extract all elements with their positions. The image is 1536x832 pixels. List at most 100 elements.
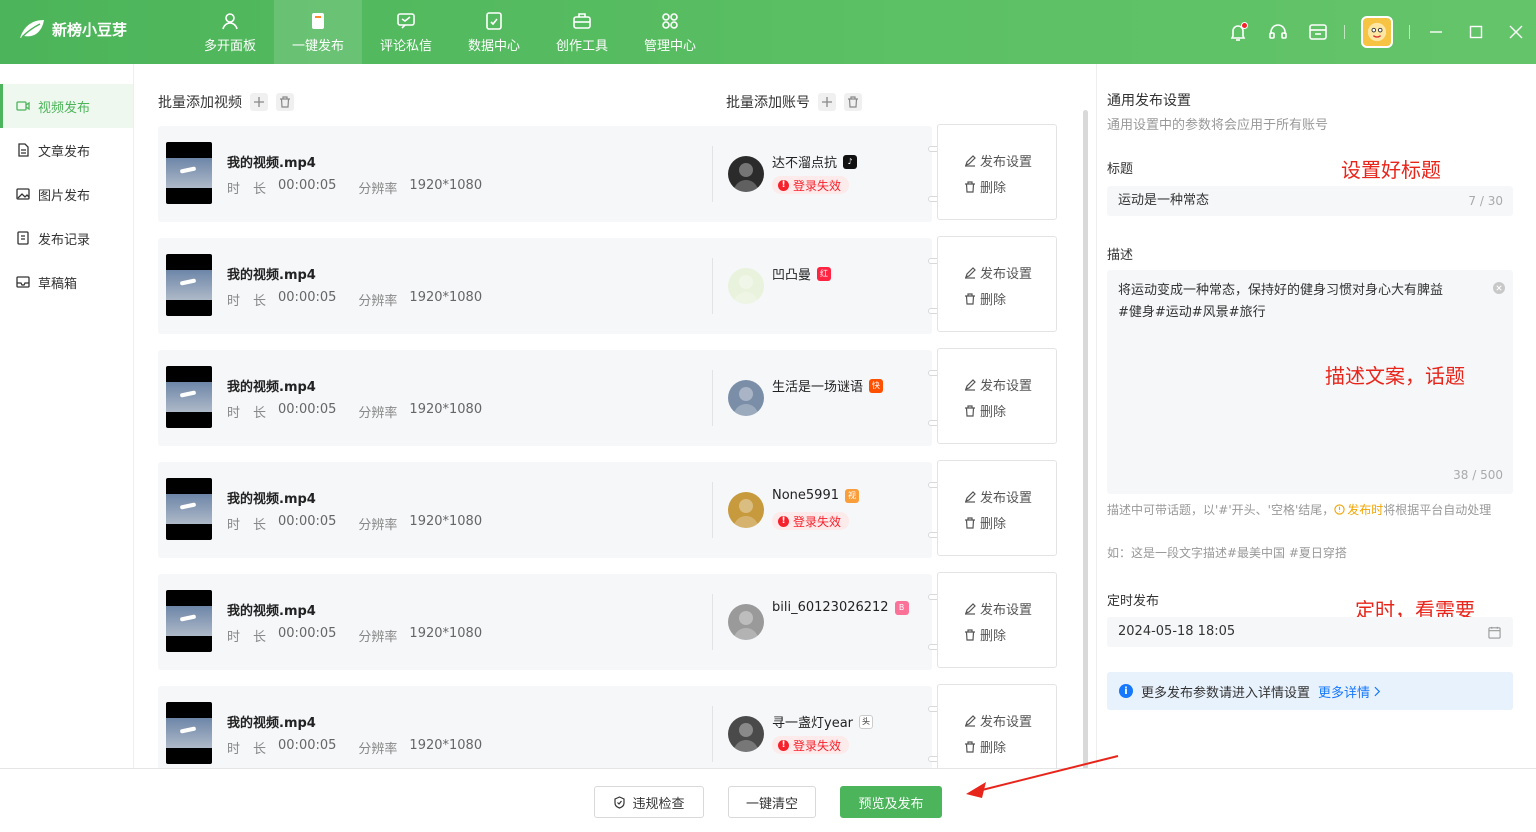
edit-icon: [965, 602, 976, 615]
avatar-icon: [733, 275, 759, 304]
video-name: 我的视频.mp4: [227, 268, 316, 283]
nav-item-manage[interactable]: 管理中心: [626, 0, 714, 64]
app-logo: 新榜小豆芽: [18, 18, 127, 40]
sidebar-item-video[interactable]: 视频发布: [0, 84, 133, 128]
hint-text-post: 将根据平台自动处理: [1383, 503, 1492, 517]
trash-icon: [280, 96, 290, 108]
publish-settings-button[interactable]: 发布设置: [964, 487, 1032, 506]
account-avatar: [728, 492, 764, 528]
video-name: 我的视频.mp4: [227, 604, 316, 619]
login-expired-badge: ! 登录失效: [772, 512, 850, 530]
publish-settings-button[interactable]: 发布设置: [964, 711, 1032, 730]
account-avatar: [728, 156, 764, 192]
settings-title: 通用发布设置: [1107, 93, 1191, 109]
publish-settings-button[interactable]: 发布设置: [964, 375, 1032, 394]
sidebar-item-draft[interactable]: 草稿箱: [0, 260, 133, 304]
trash-icon: [965, 628, 975, 641]
list-scrollbar[interactable]: [1083, 110, 1088, 770]
delete-row-button[interactable]: 删除: [964, 513, 1006, 532]
table-row: 我的视频.mp4 时 长 00:00:05 分辨率 1920*1080 达不溜点…: [158, 124, 1057, 222]
nav-item-panel[interactable]: 多开面板: [186, 0, 274, 64]
nav-item-publish[interactable]: 一键发布: [274, 0, 362, 64]
login-expired-text: 登录失效: [793, 178, 842, 193]
nav-item-tools[interactable]: 创作工具: [538, 0, 626, 64]
avatar-icon: [733, 723, 759, 752]
clear-accounts-button[interactable]: [844, 93, 862, 111]
resolution-label: 分辨率: [358, 406, 398, 421]
resolution-value: 1920*1080: [409, 738, 483, 753]
row-actions: 发布设置 删除: [937, 572, 1057, 668]
user-avatar[interactable]: [1361, 16, 1393, 48]
trash-icon: [965, 404, 975, 417]
clear-all-button[interactable]: 一键清空: [728, 786, 816, 818]
clear-icon: [1496, 285, 1502, 291]
duration-value: 00:00:05: [278, 514, 337, 529]
preview-publish-button[interactable]: 预览及发布: [840, 786, 942, 818]
row-actions: 发布设置 删除: [937, 460, 1057, 556]
publish-settings-label: 发布设置: [980, 379, 1033, 394]
sidebar-item-article[interactable]: 文章发布: [0, 128, 133, 172]
sidebar-item-label: 视频发布: [38, 100, 91, 116]
title-input[interactable]: 运动是一种常态 7 / 30: [1107, 186, 1513, 216]
clear-videos-button[interactable]: [276, 93, 294, 111]
delete-row-button[interactable]: 删除: [964, 625, 1006, 644]
sidebar-item-record[interactable]: 发布记录: [0, 216, 133, 260]
preview-publish-label: 预览及发布: [858, 796, 924, 812]
add-account-button[interactable]: [818, 93, 836, 111]
calendar-button[interactable]: [1298, 12, 1338, 52]
more-details-link[interactable]: 更多详情: [1318, 682, 1381, 701]
nav-item-comments[interactable]: 评论私信: [362, 0, 450, 64]
delete-row-button[interactable]: 删除: [964, 177, 1006, 196]
row-content: 我的视频.mp4 时 长 00:00:05 分辨率 1920*1080 凹凸曼 …: [158, 238, 932, 334]
video-thumbnail[interactable]: [166, 478, 212, 540]
resolution-value: 1920*1080: [409, 402, 483, 417]
resolution-label: 分辨率: [358, 182, 398, 197]
video-thumbnail[interactable]: [166, 702, 212, 764]
headset-icon: [1269, 24, 1287, 39]
video-thumbnail[interactable]: [166, 142, 212, 204]
maximize-button[interactable]: [1456, 12, 1496, 52]
delete-row-button[interactable]: 删除: [964, 401, 1006, 420]
clear-desc-button[interactable]: [1493, 282, 1505, 294]
sidebar-item-label: 文章发布: [38, 144, 91, 160]
account-name: 生活是一场谜语 快: [772, 376, 884, 395]
login-expired-text: 登录失效: [793, 738, 842, 753]
image-icon: [16, 188, 30, 200]
desc-text-line2: #健身#运动#风景#旅行: [1118, 305, 1266, 320]
video-name: 我的视频.mp4: [227, 492, 316, 507]
nav-label: 多开面板: [203, 38, 256, 54]
separator: [1344, 25, 1345, 39]
video-thumbnail[interactable]: [166, 590, 212, 652]
account-name-text: bili_60123026212: [772, 600, 889, 615]
notification-dot: [1241, 22, 1248, 29]
title-label: 标题: [1107, 162, 1134, 177]
app-name: 新榜小豆芽: [52, 20, 128, 39]
publish-settings-label: 发布设置: [980, 267, 1033, 282]
minimize-button[interactable]: [1416, 12, 1456, 52]
sidebar-item-image[interactable]: 图片发布: [0, 172, 133, 216]
close-button[interactable]: [1496, 12, 1536, 52]
notification-button[interactable]: [1218, 12, 1258, 52]
draft-icon: [16, 276, 30, 288]
platform-icon: ♪: [843, 154, 858, 169]
annotation-desc: 描述文案，话题: [1325, 364, 1465, 388]
publish-settings-button[interactable]: 发布设置: [964, 599, 1032, 618]
delete-row-button[interactable]: 删除: [964, 289, 1006, 308]
nav-item-data[interactable]: 数据中心: [450, 0, 538, 64]
plus-icon: [254, 97, 264, 107]
row-actions: 发布设置 删除: [937, 348, 1057, 444]
duration-value: 00:00:05: [278, 178, 337, 193]
add-video-button[interactable]: [250, 93, 268, 111]
title-input-value: 运动是一种常态: [1118, 193, 1210, 208]
row-content: 我的视频.mp4 时 长 00:00:05 分辨率 1920*1080 None…: [158, 462, 932, 558]
support-button[interactable]: [1258, 12, 1298, 52]
publish-settings-button[interactable]: 发布设置: [964, 263, 1032, 282]
video-thumbnail[interactable]: [166, 366, 212, 428]
video-thumbnail[interactable]: [166, 254, 212, 316]
schedule-input[interactable]: 2024-05-18 18:05: [1107, 617, 1513, 647]
table-row: 我的视频.mp4 时 长 00:00:05 分辨率 1920*1080 凹凸曼 …: [158, 236, 1057, 334]
compliance-check-button[interactable]: 违规检查: [594, 786, 704, 818]
calendar-icon[interactable]: [1488, 626, 1501, 639]
publish-settings-button[interactable]: 发布设置: [964, 151, 1032, 170]
maximize-icon: [1469, 25, 1483, 39]
